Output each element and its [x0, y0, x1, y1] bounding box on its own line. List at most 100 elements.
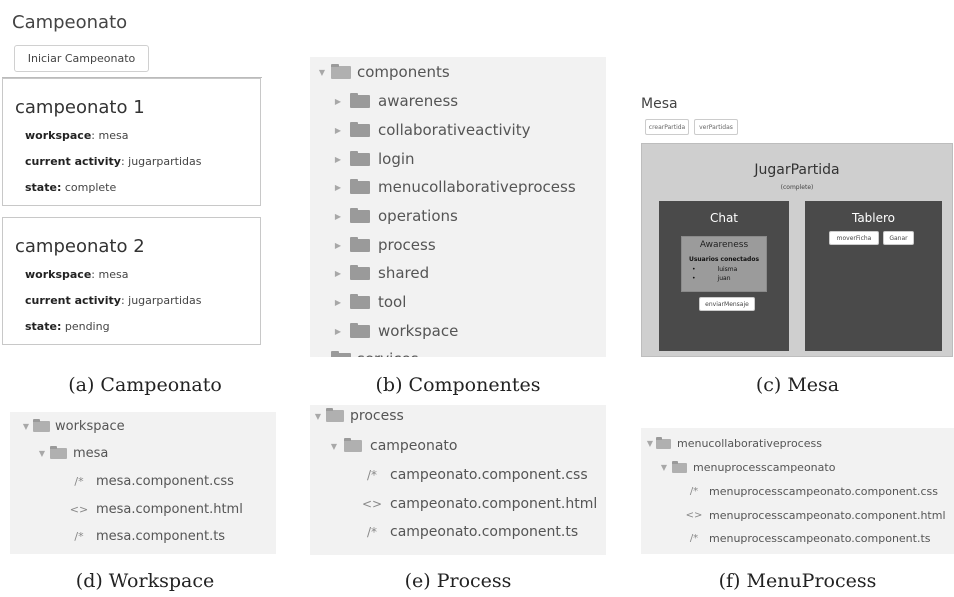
workspace-value: : mesa	[91, 129, 129, 142]
collapse-arrow-icon: ▶	[334, 182, 342, 192]
folder-icon	[350, 121, 370, 137]
caption-e: (e) Process	[404, 570, 512, 592]
chat-title: Chat	[709, 211, 739, 225]
workspace-row: workspace: mesa	[25, 129, 128, 142]
folder-icon	[350, 150, 370, 166]
folder-label: services	[357, 350, 419, 357]
activity-row: current activity: jugarpartidas	[25, 294, 201, 307]
activity-value: : jugarpartidas	[120, 294, 202, 307]
tree-file[interactable]: <> campeonato.component.html	[360, 496, 597, 512]
tree-root-process[interactable]: ▼ process	[312, 408, 404, 424]
caption-b: (b) Componentes	[375, 374, 541, 396]
campeonato-panel: Campeonato Iniciar Campeonato campeonato…	[0, 0, 265, 350]
workspace-row: workspace: mesa	[25, 268, 128, 281]
tree-folder-menucollaborativeprocess[interactable]: ▶ menucollaborativeprocess	[332, 178, 576, 196]
folder-label: awareness	[378, 92, 459, 110]
tree-file[interactable]: /* mesa.component.ts	[68, 529, 225, 544]
folder-open-icon	[326, 408, 344, 422]
collapse-arrow-icon: ▶	[334, 326, 342, 336]
awareness-title: Awareness	[699, 240, 749, 250]
html-file-icon: <>	[685, 510, 703, 521]
folder-icon	[350, 178, 370, 194]
css-file-icon: /*	[366, 468, 378, 482]
tree-root-components[interactable]: ▼ components	[316, 63, 450, 81]
folder-open-icon	[344, 438, 362, 452]
tree-file[interactable]: /* campeonato.component.css	[360, 467, 588, 483]
folder-label: components	[357, 63, 450, 81]
folder-open-icon	[33, 419, 50, 432]
state-row: state: complete	[25, 181, 116, 194]
workspace-label: workspace	[25, 129, 92, 142]
folder-open-icon	[656, 436, 671, 449]
user-list: luisma juan	[692, 265, 738, 283]
tree-folder-workspace[interactable]: ▶ workspace	[332, 322, 458, 340]
folder-label: mesa	[73, 446, 109, 461]
expand-arrow-icon: ▼	[314, 411, 322, 421]
html-file-icon: <>	[69, 503, 89, 516]
ver-partidas-button[interactable]: verPartidas	[694, 119, 738, 135]
ts-file-icon: /*	[366, 525, 378, 539]
tree-folder-tool[interactable]: ▶ tool	[332, 293, 406, 311]
file-label: menuprocesscampeonato.component.ts	[709, 532, 931, 545]
tree-folder-login[interactable]: ▶ login	[332, 150, 415, 168]
menuprocess-tree: ▼ menucollaborativeprocess ▼ menuprocess…	[641, 428, 954, 554]
css-file-icon: /*	[689, 486, 699, 497]
file-label: campeonato.component.ts	[390, 524, 579, 540]
folder-label: login	[378, 150, 415, 168]
caption-c: (c) Mesa	[755, 374, 840, 396]
tree-folder-operations[interactable]: ▶ operations	[332, 207, 458, 225]
ganar-button[interactable]: Ganar	[883, 231, 914, 245]
tree-folder-process[interactable]: ▶ process	[332, 236, 436, 254]
state-label: state:	[25, 181, 62, 194]
tree-folder-shared[interactable]: ▶ shared	[332, 264, 429, 282]
expand-arrow-icon: ▼	[660, 463, 668, 472]
file-label: menuprocesscampeonato.component.html	[709, 509, 946, 522]
awareness-box: Awareness Usuarios conectados luisma jua…	[681, 236, 767, 292]
folder-open-icon	[331, 63, 351, 79]
mover-ficha-button[interactable]: moverFicha	[829, 231, 879, 245]
expand-arrow-icon: ▼	[318, 67, 326, 77]
tree-folder-mesa[interactable]: ▼ mesa	[36, 446, 108, 461]
file-label: menuprocesscampeonato.component.css	[709, 485, 938, 498]
tree-root-workspace[interactable]: ▼ workspace	[20, 419, 125, 434]
css-file-icon: /*	[74, 475, 84, 488]
crear-partida-button[interactable]: crearPartida	[645, 119, 689, 135]
tree-file[interactable]: <> menuprocesscampeonato.component.html	[685, 509, 946, 522]
tree-file[interactable]: /* menuprocesscampeonato.component.css	[685, 485, 938, 498]
connected-users-label: Usuarios conectados	[688, 256, 760, 263]
collapse-arrow-icon: ▶	[334, 211, 342, 221]
activity-row: current activity: jugarpartidas	[25, 155, 201, 168]
user-item: luisma	[692, 265, 738, 274]
activity-value: : jugarpartidas	[120, 155, 202, 168]
collapse-arrow-icon: ▶	[334, 154, 342, 164]
tree-file[interactable]: /* mesa.component.css	[68, 474, 234, 489]
collapse-arrow-icon: ▶	[334, 240, 342, 250]
tree-root-menucollaborativeprocess[interactable]: ▼ menucollaborativeprocess	[645, 436, 822, 450]
campeonato-card-2[interactable]: campeonato 2 workspace: mesa current act…	[2, 217, 261, 345]
tree-file[interactable]: /* menuprocesscampeonato.component.ts	[685, 532, 931, 545]
workspace-label: workspace	[25, 268, 92, 281]
file-label: mesa.component.css	[96, 474, 234, 489]
activity-frame: JugarPartida (complete) Chat Awareness U…	[641, 143, 953, 357]
folder-label: operations	[378, 207, 458, 225]
components-tree: ▼ components ▶ awareness ▶ collaborative…	[310, 57, 606, 357]
tree-folder-menuprocesscampeonato[interactable]: ▼ menuprocesscampeonato	[659, 460, 835, 474]
caption-a: (a) Campeonato	[68, 374, 222, 396]
tree-folder-awareness[interactable]: ▶ awareness	[332, 92, 458, 110]
tree-file[interactable]: /* campeonato.component.ts	[360, 524, 578, 540]
tree-folder-collaborativeactivity[interactable]: ▶ collaborativeactivity	[332, 121, 531, 139]
iniciar-campeonato-button[interactable]: Iniciar Campeonato	[14, 45, 149, 72]
collapse-arrow-icon: ▶	[334, 268, 342, 278]
file-label: campeonato.component.css	[390, 467, 588, 483]
tree-file[interactable]: <> mesa.component.html	[68, 502, 243, 517]
ts-file-icon: /*	[689, 533, 699, 544]
collapse-arrow-icon: ▶	[334, 125, 342, 135]
tree-folder-campeonato[interactable]: ▼ campeonato	[328, 438, 458, 454]
folder-label: process	[378, 236, 436, 254]
folder-icon	[350, 322, 370, 338]
activity-label: current activity	[25, 294, 121, 307]
enviar-mensaje-button[interactable]: enviarMensaje	[699, 297, 755, 311]
tree-folder-services[interactable]: ▶ services	[316, 350, 419, 357]
file-label: mesa.component.html	[96, 502, 243, 517]
campeonato-card-1[interactable]: campeonato 1 workspace: mesa current act…	[2, 78, 261, 206]
